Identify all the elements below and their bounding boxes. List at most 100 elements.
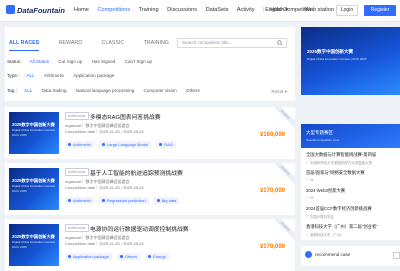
nav-datasets[interactable]: DataSets bbox=[206, 7, 229, 13]
competition-title[interactable]: 电源协同运行数据驱动调度控制挑战赛 bbox=[90, 224, 189, 233]
thumbnail-subtitle: Digital China Innovation Contest, DCIC 2… bbox=[12, 183, 56, 194]
banner-subtitle: Digital China Innovation Contest, DCIC 2… bbox=[307, 57, 367, 61]
tag-option-nlp[interactable]: Natural language processing bbox=[76, 88, 134, 93]
chip-label: RAG bbox=[164, 142, 173, 147]
login-button[interactable]: Login bbox=[336, 5, 358, 16]
list-item-meta: ⚐ 21 bbox=[306, 196, 314, 200]
thumbnail-subtitle: Digital China Innovation Contest, DCIC 2… bbox=[12, 239, 56, 250]
competition-card[interactable]: 2025数字中国创新大赛 Digital China Innovation Con… bbox=[5, 163, 295, 215]
chip-label: Big data bbox=[161, 198, 177, 203]
race-tabs: ALL RACES REWARD CLASSIC TRAINING bbox=[9, 40, 187, 51]
nav-competitions[interactable]: Competitions bbox=[97, 7, 130, 13]
competition-date: Competition date：2025-01-20 - 2025-05-02 bbox=[65, 129, 144, 134]
ribbon-label: Ongoing bbox=[271, 219, 295, 243]
tag-option-data-trading[interactable]: Data trading bbox=[41, 88, 66, 93]
logo-text: DataFountain bbox=[17, 6, 65, 15]
chip-dot-icon bbox=[156, 199, 160, 202]
list-item[interactable]: 香港科技大学（广州）第二届"创业者" ⚐ 香港科技大学（广州） bbox=[306, 224, 398, 237]
list-item-meta: ⚐ 中国科学院大学/数据科学与计算智能大赛 bbox=[306, 161, 372, 165]
chip: Large Language Model bbox=[98, 141, 152, 148]
chip-label: Application package bbox=[73, 254, 109, 259]
tab-reward[interactable]: REWARD bbox=[59, 40, 82, 46]
tab-all-races[interactable]: ALL RACES bbox=[9, 40, 40, 51]
type-filter-row: Type : ALL Arithmetic Application packag… bbox=[7, 73, 122, 78]
chip: Arithmetic bbox=[65, 197, 94, 204]
ribbon-label: Ongoing bbox=[271, 107, 295, 131]
list-item[interactable]: 首届/国家与"网络安全数据大赛 ⚐ 21 bbox=[306, 170, 398, 182]
logo[interactable]: DataFountain bbox=[6, 5, 65, 15]
chip-label: Large Language Model bbox=[106, 142, 149, 147]
thumbnail-subtitle: Digital China Innovation Contest, DCIC 2… bbox=[12, 127, 56, 138]
search-input[interactable]: Search competition title... bbox=[177, 38, 287, 48]
tag-filter-label: Tag : bbox=[7, 88, 17, 93]
type-tag: Arithmetic bbox=[65, 112, 89, 120]
chip: Application package bbox=[65, 253, 112, 260]
chip-dot-icon bbox=[101, 143, 105, 146]
nav-home[interactable]: Home bbox=[74, 7, 89, 13]
tab-classic[interactable]: CLASSIC bbox=[102, 40, 125, 46]
tag-option-others[interactable]: Others bbox=[186, 88, 200, 93]
language-selector[interactable]: English ▾ bbox=[265, 7, 288, 13]
list-item-title: 首届/国家与"网络安全数据大赛 bbox=[306, 170, 365, 175]
tag-option-all[interactable]: ALL bbox=[24, 88, 32, 93]
tag-option-computer-vision[interactable]: Computer vision bbox=[144, 88, 177, 93]
chip-label: Arithmetic bbox=[73, 142, 91, 147]
web-station-link[interactable]: Web station bbox=[305, 7, 334, 13]
recommend-case-label: recommend case bbox=[315, 252, 351, 257]
chip-label: Energy bbox=[153, 254, 166, 259]
list-item-meta: ⚐ 中国计算机学会 bbox=[306, 215, 334, 219]
chip: Regression prediction bbox=[98, 197, 149, 204]
status-ribbon: Ongoing bbox=[271, 219, 295, 243]
status-filter-row: Status : All Status Cut Sign up Has Sign… bbox=[7, 59, 160, 64]
competition-date: Competition date：2025-01-20 - 2025-05-02 bbox=[65, 185, 144, 190]
chip: RAG bbox=[156, 141, 176, 148]
tag-filter-row: Tag : ALL Data trading Natural language … bbox=[7, 88, 208, 93]
competition-card[interactable]: 2025数字中国创新大赛 Digital China Innovation Con… bbox=[5, 219, 295, 271]
chip: Arithmetic bbox=[65, 141, 94, 148]
status-ribbon: Ongoing bbox=[271, 163, 295, 187]
chevron-right-icon[interactable] bbox=[393, 252, 400, 259]
logo-icon bbox=[6, 5, 15, 14]
banner-title: 2025数字中国创新大赛 bbox=[307, 49, 354, 54]
status-option-all[interactable]: All Status bbox=[30, 59, 49, 64]
type-option-arithmetic[interactable]: Arithmetic bbox=[44, 73, 64, 78]
nav-activity[interactable]: Activity bbox=[237, 7, 255, 13]
chip: Energy bbox=[145, 253, 169, 260]
nav-discussions[interactable]: Discussions bbox=[167, 7, 197, 13]
list-item-title: 2024 Web3创新大赛 bbox=[306, 188, 346, 193]
competition-thumbnail[interactable]: 2025数字中国创新大赛 Digital China Innovation Con… bbox=[9, 112, 59, 154]
reset-button[interactable]: Reset ▾ bbox=[271, 89, 287, 95]
competition-date: Competition date：2025-01-20 - 2025-05-02 bbox=[65, 241, 144, 246]
chip-dot-icon bbox=[68, 143, 71, 146]
prize-amount: ¥170,000 bbox=[259, 244, 285, 250]
sidebar-banner[interactable]: 2025数字中国创新大赛 Digital China Innovation Co… bbox=[301, 27, 400, 95]
list-item[interactable]: 2024首届CCF数字经济创新挑战赛 ⚐ 中国计算机学会 bbox=[306, 206, 398, 219]
type-tag: Arithmetic bbox=[65, 224, 89, 232]
nav-training[interactable]: Training bbox=[139, 7, 159, 13]
register-button[interactable]: Register bbox=[364, 5, 396, 16]
competition-card[interactable]: 2025数字中国创新大赛 Digital China Innovation Con… bbox=[5, 107, 295, 159]
status-option-cant-signup[interactable]: Can't Sign up bbox=[125, 59, 152, 64]
list-item-meta: ⚐ 香港科技大学（广州） bbox=[306, 233, 344, 237]
competition-thumbnail[interactable]: 2025数字中国创新大赛 Digital China Innovation Con… bbox=[9, 224, 59, 266]
list-item[interactable]: 全国大数据与计算智能挑战赛-第四届 ⚐ 中国科学院大学/数据科学与计算智能大赛 bbox=[306, 152, 398, 165]
competition-thumbnail[interactable]: 2025数字中国创新大赛 Digital China Innovation Con… bbox=[9, 168, 59, 210]
type-option-all[interactable]: ALL bbox=[27, 73, 35, 78]
special-zone-panel: 大型专题赛区 Special competition zone 全国大数据与计算… bbox=[301, 124, 400, 240]
type-option-application-package[interactable]: Application package bbox=[73, 73, 114, 78]
status-ribbon: Ongoing bbox=[271, 107, 295, 131]
status-filter-label: Status : bbox=[7, 59, 23, 64]
recommend-case-panel[interactable]: recommend case bbox=[301, 246, 400, 266]
chip-label: Regression prediction bbox=[106, 198, 146, 203]
list-item[interactable]: 2024 Web3创新大赛 ⚐ 21 bbox=[306, 188, 398, 200]
chip-label: Arithmetic bbox=[73, 198, 91, 203]
chip: Big data bbox=[153, 197, 180, 204]
status-option-cut-signup[interactable]: Cut Sign up bbox=[58, 59, 82, 64]
competition-title[interactable]: 多模态RAG图表问答挑战赛 bbox=[90, 112, 161, 121]
tab-training[interactable]: TRAINING bbox=[144, 40, 169, 46]
chip: Others bbox=[116, 253, 140, 260]
status-option-has-signed[interactable]: Has Signed bbox=[92, 59, 116, 64]
search-icon[interactable] bbox=[277, 40, 283, 46]
list-item-title: 香港科技大学（广州）第二届"创业者" bbox=[306, 224, 378, 229]
competition-title[interactable]: 基于人工智能的航迹追踪预测挑战赛 bbox=[90, 168, 183, 177]
